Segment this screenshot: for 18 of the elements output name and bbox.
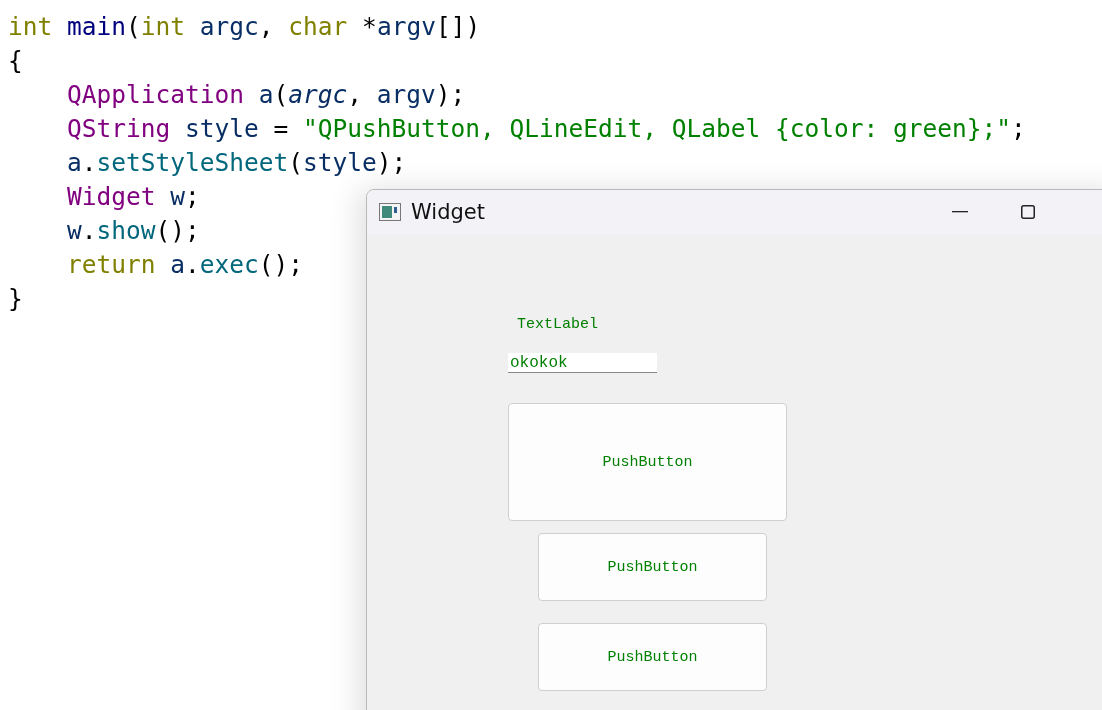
code-line: Widget w;	[66, 181, 200, 213]
code-line: w.show();	[66, 215, 200, 247]
push-button[interactable]: PushButton	[508, 403, 787, 521]
code-line: QApplication a(argc, argv);	[66, 79, 466, 111]
code-line: a.setStyleSheet(style);	[66, 147, 407, 179]
text-label: TextLabel	[517, 315, 598, 335]
window-title: Widget	[411, 200, 485, 224]
code-line: {	[8, 45, 23, 77]
code-line: int main(int argc, char *argv[])	[8, 11, 481, 43]
line-edit-field[interactable]: okokok	[508, 353, 657, 373]
code-line: return a.exec();	[66, 249, 304, 281]
window-icon	[379, 203, 401, 221]
minimize-icon[interactable]	[952, 211, 968, 213]
maximize-icon[interactable]	[1021, 205, 1035, 219]
code-line: }	[8, 283, 23, 315]
push-button[interactable]: PushButton	[538, 533, 767, 601]
code-line: QString style = "QPushButton, QLineEdit, QLabel {color: green};";	[66, 113, 1026, 145]
push-button[interactable]: PushButton	[538, 623, 767, 691]
